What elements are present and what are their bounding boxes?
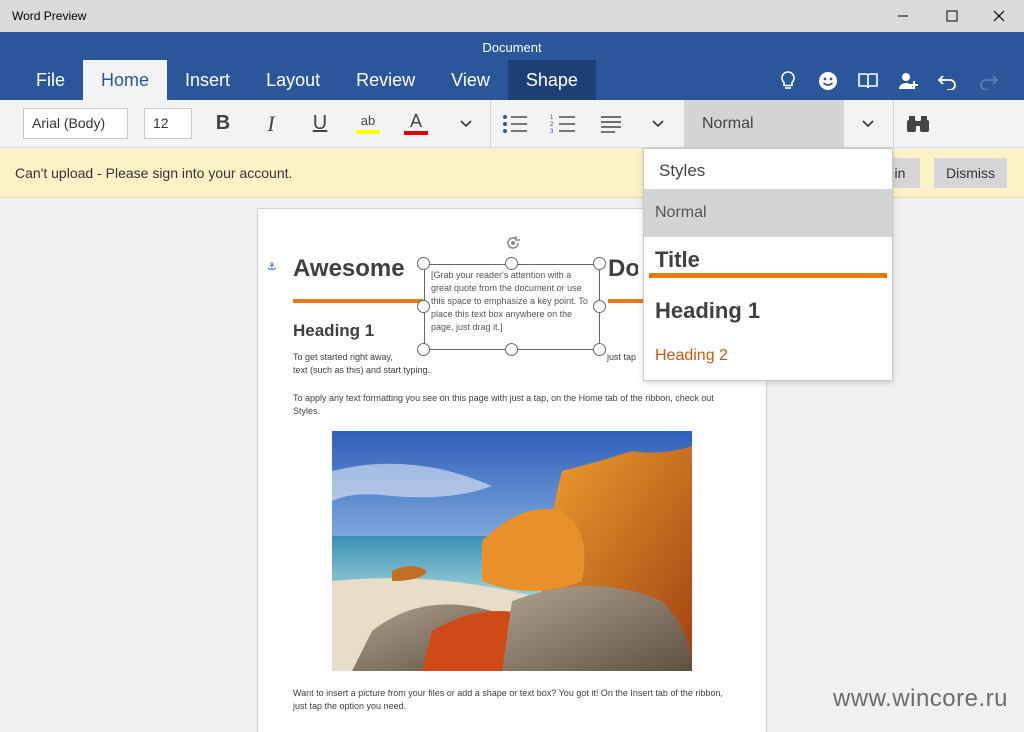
resize-handle[interactable]	[505, 257, 518, 270]
redo-button[interactable]	[968, 68, 1008, 94]
tell-me-button[interactable]	[768, 68, 808, 94]
window-title-bar: Word Preview	[0, 0, 1024, 32]
document-heading-1[interactable]: Heading 1	[293, 321, 374, 341]
close-button[interactable]	[976, 0, 1022, 32]
align-button[interactable]	[593, 108, 629, 139]
beach-rocks-image	[332, 431, 692, 671]
resize-handle[interactable]	[417, 343, 430, 356]
book-icon	[858, 73, 878, 89]
svg-text:3: 3	[550, 129, 554, 135]
title-underline	[608, 299, 646, 303]
resize-handle[interactable]	[593, 257, 606, 270]
paragraph-3[interactable]: Want to insert a picture from your files…	[293, 687, 733, 713]
highlight-button[interactable]: ab	[350, 108, 386, 139]
lightbulb-icon	[781, 71, 795, 89]
chevron-down-icon	[460, 119, 472, 127]
more-paragraph-options-button[interactable]	[640, 108, 676, 139]
paragraph-1-left[interactable]: To get started right away,	[293, 351, 433, 364]
style-option-heading-2[interactable]: Heading 2	[644, 339, 892, 373]
tab-file[interactable]: File	[18, 60, 83, 100]
style-option-heading-1[interactable]: Heading 1	[644, 291, 892, 331]
styles-dropdown: Styles Normal Title Heading 1 Heading 2	[643, 148, 893, 381]
highlight-color-swatch	[356, 129, 380, 134]
binoculars-icon	[907, 115, 929, 132]
tab-layout[interactable]: Layout	[248, 60, 338, 100]
resize-handle[interactable]	[593, 343, 606, 356]
styles-header: Styles	[659, 161, 706, 180]
highlight-label: ab	[360, 112, 376, 128]
beach-photo[interactable]	[332, 431, 692, 671]
font-color-button[interactable]: A	[398, 108, 434, 139]
paragraph-1-line-2[interactable]: text (such as this) and start typing.	[293, 364, 593, 377]
minimize-button[interactable]	[880, 0, 926, 32]
underline-button[interactable]: U	[302, 108, 338, 139]
undo-icon	[937, 75, 956, 90]
align-left-icon	[601, 115, 621, 133]
tab-insert[interactable]: Insert	[167, 60, 248, 100]
svg-text:2: 2	[550, 122, 554, 128]
dismiss-button[interactable]: Dismiss	[934, 158, 1007, 188]
find-button[interactable]	[900, 108, 936, 139]
italic-button[interactable]: I	[253, 108, 289, 139]
bold-button[interactable]: B	[205, 108, 241, 139]
title-style-underline	[649, 273, 887, 278]
title-underline	[293, 299, 423, 303]
tab-shape[interactable]: Shape	[507, 60, 596, 100]
smiley-icon	[819, 72, 837, 90]
bullets-button[interactable]	[497, 108, 533, 139]
more-font-options-button[interactable]	[448, 108, 484, 139]
reading-view-button[interactable]	[848, 68, 888, 94]
watermark: www.wincore.ru	[832, 685, 1008, 712]
styles-dropdown-button[interactable]	[850, 108, 886, 139]
maximize-button[interactable]	[929, 0, 975, 32]
tab-home[interactable]: Home	[83, 60, 168, 100]
ribbon: Document File Home Insert Layout Review …	[0, 32, 1024, 100]
quote-text-box[interactable]: [Grab your reader's attention with a gre…	[424, 264, 600, 350]
resize-handle[interactable]	[593, 300, 606, 313]
toolbar-separator	[490, 100, 491, 148]
paragraph-1-right[interactable]: just tap	[607, 351, 647, 364]
notification-message: Can't upload - Please sign into your acc…	[15, 165, 293, 181]
resize-handle[interactable]	[417, 300, 430, 313]
document-title-left[interactable]: Awesome	[293, 255, 405, 283]
toolbar-separator	[893, 100, 894, 148]
style-selector[interactable]: Normal	[684, 100, 844, 148]
redo-icon	[980, 75, 999, 90]
minimize-icon	[898, 15, 908, 17]
style-option-title-label: Title	[655, 247, 700, 272]
anchor-icon: ⚓	[267, 261, 277, 273]
undo-button[interactable]	[928, 68, 968, 94]
feedback-button[interactable]	[808, 68, 848, 94]
rotate-handle-icon[interactable]	[503, 233, 523, 253]
numbered-list-icon: 123	[550, 115, 575, 135]
numbering-button[interactable]: 123	[545, 108, 581, 139]
chevron-down-icon	[652, 119, 664, 127]
app-title: Word Preview	[12, 9, 87, 23]
style-option-normal[interactable]: Normal	[644, 189, 892, 237]
font-color-swatch	[404, 131, 428, 135]
chevron-down-icon	[862, 119, 874, 127]
font-color-label: A	[409, 111, 422, 131]
svg-text:1: 1	[550, 115, 554, 121]
font-name-field[interactable]: Arial (Body)	[23, 108, 128, 139]
font-size-field[interactable]: 12	[144, 108, 192, 139]
paragraph-2[interactable]: To apply any text formatting you see on …	[293, 392, 733, 418]
ribbon-quick-actions	[768, 68, 1008, 94]
close-icon	[993, 10, 1005, 22]
maximize-icon	[946, 10, 958, 22]
tab-review[interactable]: Review	[338, 60, 433, 100]
document-title: Document	[482, 40, 542, 55]
ribbon-tabs: File Home Insert Layout Review View Shap…	[18, 60, 596, 100]
tab-view[interactable]: View	[433, 60, 508, 100]
home-toolbar: Arial (Body) 12 B I U ab A 123 Normal	[0, 100, 1024, 148]
resize-handle[interactable]	[417, 257, 430, 270]
bullet-list-icon	[503, 114, 527, 133]
share-button[interactable]	[888, 68, 928, 94]
resize-handle[interactable]	[505, 343, 518, 356]
style-option-title[interactable]: Title	[644, 245, 892, 285]
add-person-icon	[899, 73, 918, 89]
document-title-right[interactable]: Doc	[608, 255, 638, 283]
